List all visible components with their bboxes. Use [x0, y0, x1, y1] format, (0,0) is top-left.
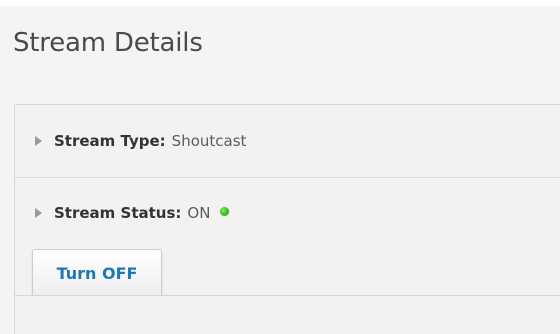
- status-indicator-icon: [220, 206, 230, 216]
- turn-off-button[interactable]: Turn OFF: [32, 249, 162, 297]
- stream-details-panel: Stream Type: Shoutcast Stream Status: ON…: [14, 104, 560, 334]
- stream-status-label: Stream Status:: [54, 204, 182, 222]
- stream-type-value: Shoutcast: [171, 132, 247, 150]
- stream-status-value: ON: [187, 204, 211, 222]
- stream-type-label: Stream Type:: [54, 132, 166, 150]
- panel-next-row: [15, 295, 560, 334]
- page-title: Stream Details: [13, 28, 203, 58]
- expand-arrow-icon[interactable]: [35, 136, 42, 146]
- top-strip: [0, 0, 560, 6]
- stream-details-page: Stream Details Stream Type: Shoutcast St…: [0, 0, 560, 334]
- stream-status-row[interactable]: Stream Status: ON: [15, 197, 560, 229]
- expand-arrow-icon[interactable]: [35, 208, 42, 218]
- stream-type-row[interactable]: Stream Type: Shoutcast: [15, 105, 560, 178]
